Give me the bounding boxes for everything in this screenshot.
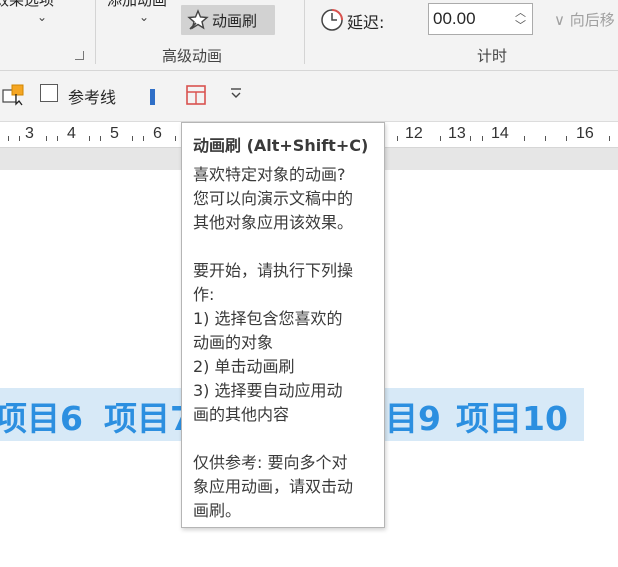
item-text[interactable]: 项目10	[456, 392, 568, 440]
chevron-up-icon[interactable]: ︿	[515, 7, 526, 18]
ruler-number: 12	[405, 125, 423, 142]
ruler-number: 6	[153, 125, 162, 142]
add-animation-button[interactable]: 添加动画	[107, 0, 167, 10]
guides-label: 参考线	[68, 88, 117, 107]
layout-icon[interactable]	[186, 85, 206, 105]
selection-pane-icon[interactable]	[2, 84, 26, 106]
move-later-button[interactable]: ∨ 向后移	[554, 9, 615, 30]
group-separator	[304, 0, 305, 64]
animation-painter-button[interactable]: 动画刷	[181, 5, 275, 35]
dialog-launcher-icon[interactable]	[75, 51, 84, 60]
chevron-down-icon: ∨	[554, 11, 570, 29]
ruler-number: 5	[110, 125, 119, 142]
customize-dropdown-icon[interactable]	[229, 86, 243, 100]
group-separator	[95, 0, 96, 64]
ruler-number: 13	[448, 125, 466, 142]
align-bar-icon[interactable]	[148, 88, 158, 106]
clock-icon	[321, 9, 343, 31]
chevron-down-icon[interactable]: ⌄	[37, 10, 47, 24]
item-text[interactable]: 目9	[385, 392, 441, 440]
delay-stepper[interactable]: 00.00 ︿ ﹀	[428, 3, 533, 35]
chevron-down-icon[interactable]: ﹀	[515, 20, 526, 31]
advanced-animation-group-label: 高级动画	[162, 47, 223, 65]
ribbon: 效果选项 ⌄ 添加动画 ⌄ 动画刷 高级动画 延迟: 00.00 ︿ ﹀ ∨ 向…	[0, 0, 618, 71]
item-text[interactable]: 项目7	[104, 392, 193, 440]
guides-checkbox[interactable]	[40, 84, 58, 102]
secondary-toolbar: 参考线	[0, 71, 618, 122]
ruler-number: 4	[67, 125, 76, 142]
animation-painter-icon	[187, 9, 209, 30]
tooltip-title: 动画刷 (Alt+Shift+C)	[193, 136, 369, 155]
timing-group-label: 计时	[477, 47, 508, 65]
item-text[interactable]: 项目6	[0, 392, 83, 440]
ruler-number: 14	[491, 125, 509, 142]
ruler-number: 3	[25, 125, 34, 142]
tooltip-body: 喜欢特定对象的动画? 您可以向演示文稿中的 其他对象应用该效果。 要开始，请执行…	[193, 165, 354, 520]
delay-value[interactable]: 00.00	[433, 9, 476, 29]
chevron-down-icon[interactable]: ⌄	[139, 10, 149, 24]
animation-painter-label: 动画刷	[212, 12, 258, 30]
delay-label: 延迟:	[347, 13, 385, 32]
effect-options-button[interactable]: 效果选项	[0, 0, 54, 10]
ruler-number: 16	[576, 125, 594, 142]
animation-painter-tooltip: 动画刷 (Alt+Shift+C) 喜欢特定对象的动画? 您可以向演示文稿中的 …	[181, 122, 385, 528]
